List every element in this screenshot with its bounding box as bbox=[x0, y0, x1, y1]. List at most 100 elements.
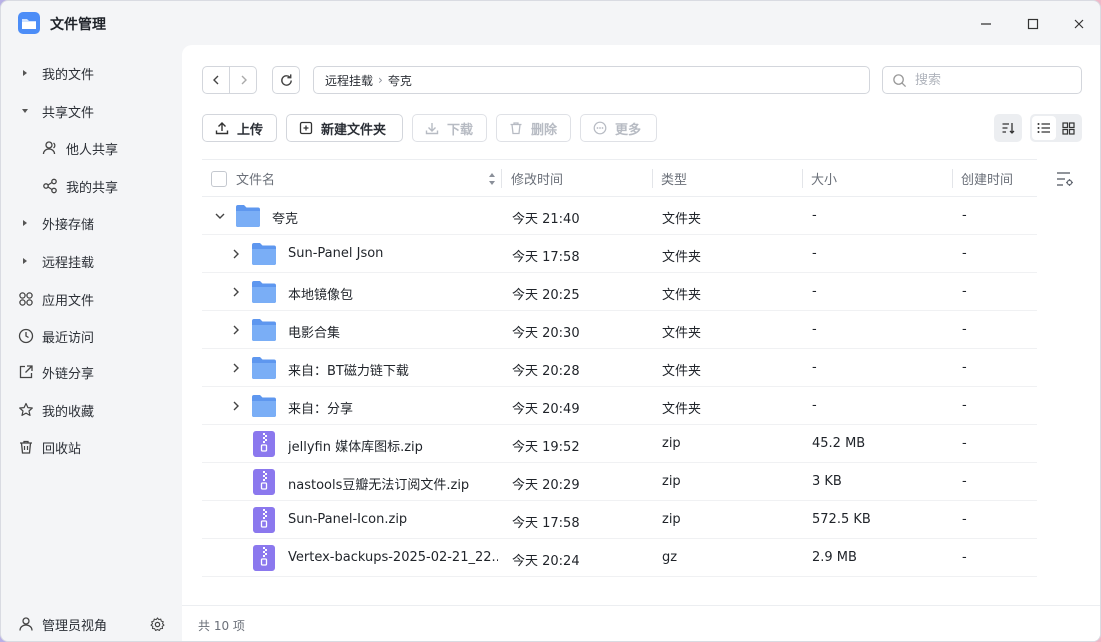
sidebar-item-my-shares[interactable]: 我的共享 bbox=[1, 170, 182, 202]
column-header-size[interactable]: 大小 bbox=[811, 160, 837, 197]
table-row[interactable]: 本地镜像包 今天 20:25 文件夹 - - bbox=[202, 273, 1037, 311]
sidebar-item-label: 我的收藏 bbox=[42, 404, 95, 420]
table-row[interactable]: 夸克 今天 21:40 文件夹 - - bbox=[202, 197, 1037, 235]
search-box[interactable] bbox=[882, 66, 1082, 94]
sidebar-item-shared-files[interactable]: 共享文件 bbox=[1, 95, 182, 127]
sidebar-item-favorites[interactable]: 我的收藏 bbox=[1, 394, 182, 426]
file-type: 文件夹 bbox=[662, 288, 702, 303]
file-size: 572.5 KB bbox=[812, 512, 871, 527]
file-created: - bbox=[962, 474, 967, 489]
file-name: Vertex-backups-2025-02-21_22... bbox=[288, 550, 498, 565]
app-title: 文件管理 bbox=[50, 17, 106, 33]
column-header-label: 文件名 bbox=[236, 173, 276, 188]
file-modified: 今天 20:25 bbox=[512, 288, 580, 303]
table-row[interactable]: 来自：分享 今天 20:49 文件夹 - - bbox=[202, 387, 1037, 425]
close-icon bbox=[1074, 19, 1084, 29]
new-folder-button[interactable]: 新建文件夹 bbox=[286, 114, 403, 142]
maximize-button[interactable] bbox=[1020, 11, 1046, 37]
maximize-icon bbox=[1027, 18, 1039, 30]
sidebar-item-label: 回收站 bbox=[42, 441, 82, 457]
file-modified: 今天 21:40 bbox=[512, 212, 580, 227]
chevron-right-icon[interactable] bbox=[230, 324, 242, 336]
close-button[interactable] bbox=[1066, 11, 1092, 37]
admin-view-label: 管理员视角 bbox=[42, 618, 108, 634]
file-created: - bbox=[962, 436, 967, 451]
table-row[interactable]: Vertex-backups-2025-02-21_22... 今天 20:24… bbox=[202, 539, 1037, 577]
chevron-right-icon[interactable] bbox=[230, 400, 242, 412]
refresh-button[interactable] bbox=[272, 66, 300, 94]
sidebar-footer: 管理员视角 bbox=[1, 605, 182, 641]
refresh-icon bbox=[280, 73, 292, 86]
more-icon bbox=[593, 121, 607, 135]
list-view-button[interactable] bbox=[1032, 116, 1056, 140]
upload-button[interactable]: 上传 bbox=[202, 114, 277, 142]
breadcrumb-segment[interactable]: 远程挂载 bbox=[325, 72, 373, 89]
back-button[interactable] bbox=[203, 67, 230, 93]
grid-view-button[interactable] bbox=[1056, 116, 1080, 140]
sort-button[interactable] bbox=[994, 114, 1022, 142]
table-row[interactable]: Sun-Panel-Icon.zip 今天 17:58 zip 572.5 KB… bbox=[202, 501, 1037, 539]
column-header-created[interactable]: 创建时间 bbox=[961, 160, 1013, 197]
column-header-modified[interactable]: 修改时间 bbox=[511, 160, 563, 197]
chevron-right-icon[interactable] bbox=[230, 362, 242, 374]
file-type: zip bbox=[662, 436, 681, 451]
table-row[interactable]: 电影合集 今天 20:30 文件夹 - - bbox=[202, 311, 1037, 349]
sort-arrows-icon bbox=[489, 173, 495, 185]
forward-button[interactable] bbox=[230, 67, 257, 93]
sidebar-item-others-shared[interactable]: 他人共享 bbox=[1, 132, 182, 164]
list-view-icon bbox=[1037, 123, 1050, 133]
file-size: 2.9 MB bbox=[812, 550, 857, 565]
download-label: 下载 bbox=[447, 122, 474, 138]
file-modified: 今天 20:49 bbox=[512, 402, 580, 417]
more-label: 更多 bbox=[615, 122, 642, 138]
settings-gear-icon[interactable] bbox=[150, 617, 165, 632]
sidebar-item-my-files[interactable]: 我的文件 bbox=[1, 57, 182, 89]
status-bar: 共 10 项 bbox=[182, 605, 1100, 641]
breadcrumb[interactable]: 远程挂载 › 夸克 bbox=[313, 66, 870, 94]
sidebar-item-remote-mount[interactable]: 远程挂载 bbox=[1, 245, 182, 277]
download-icon bbox=[425, 123, 439, 135]
file-name: 夸克 bbox=[272, 212, 299, 227]
chevron-right-icon[interactable] bbox=[230, 286, 242, 298]
file-name: 本地镜像包 bbox=[288, 288, 354, 303]
chevron-right-icon[interactable] bbox=[230, 248, 242, 260]
sidebar-item-external-storage[interactable]: 外接存储 bbox=[1, 207, 182, 239]
archive-icon bbox=[253, 545, 275, 571]
file-modified: 今天 20:29 bbox=[512, 478, 580, 493]
table-row[interactable]: 来自：BT磁力链下载 今天 20:28 文件夹 - - bbox=[202, 349, 1037, 387]
sidebar-item-link-share[interactable]: 外链分享 bbox=[1, 356, 182, 388]
sidebar-item-recycle-bin[interactable]: 回收站 bbox=[1, 431, 182, 463]
table-row[interactable]: Sun-Panel Json 今天 17:58 文件夹 - - bbox=[202, 235, 1037, 273]
table-row[interactable]: nastools豆瓣无法订阅文件.zip 今天 20:29 zip 3 KB - bbox=[202, 463, 1037, 501]
file-name: 电影合集 bbox=[288, 326, 341, 341]
column-settings-icon[interactable] bbox=[1055, 170, 1075, 188]
breadcrumb-segment-current[interactable]: 夸克 bbox=[388, 72, 412, 89]
sidebar-item-recent[interactable]: 最近访问 bbox=[1, 320, 182, 352]
new-folder-label: 新建文件夹 bbox=[321, 122, 387, 138]
file-type: 文件夹 bbox=[662, 326, 702, 341]
external-link-icon bbox=[19, 365, 33, 379]
sidebar-item-label: 共享文件 bbox=[42, 105, 95, 121]
file-name: 来自：BT磁力链下载 bbox=[288, 364, 409, 379]
search-input[interactable] bbox=[915, 71, 1075, 89]
share-icon bbox=[43, 178, 57, 194]
minimize-button[interactable] bbox=[973, 11, 999, 37]
file-created: - bbox=[962, 284, 967, 299]
file-name: Sun-Panel Json bbox=[288, 246, 384, 261]
table-row[interactable]: jellyfin 媒体库图标.zip 今天 19:52 zip 45.2 MB … bbox=[202, 425, 1037, 463]
caret-right-icon bbox=[20, 218, 30, 228]
chevron-left-icon bbox=[213, 75, 219, 85]
grid-view-icon bbox=[1061, 121, 1075, 135]
column-header-type[interactable]: 类型 bbox=[661, 160, 687, 197]
sidebar-item-label: 应用文件 bbox=[42, 293, 95, 309]
sidebar-item-app-files[interactable]: 应用文件 bbox=[1, 283, 182, 315]
upload-label: 上传 bbox=[237, 122, 264, 138]
select-all-checkbox[interactable] bbox=[211, 171, 227, 187]
clock-icon bbox=[18, 328, 34, 344]
file-size: 45.2 MB bbox=[812, 436, 866, 451]
column-header-name[interactable]: 文件名 bbox=[236, 160, 496, 197]
delete-button[interactable]: 删除 bbox=[496, 114, 571, 142]
chevron-down-icon[interactable] bbox=[214, 210, 226, 222]
download-button[interactable]: 下载 bbox=[412, 114, 487, 142]
more-button[interactable]: 更多 bbox=[580, 114, 657, 142]
